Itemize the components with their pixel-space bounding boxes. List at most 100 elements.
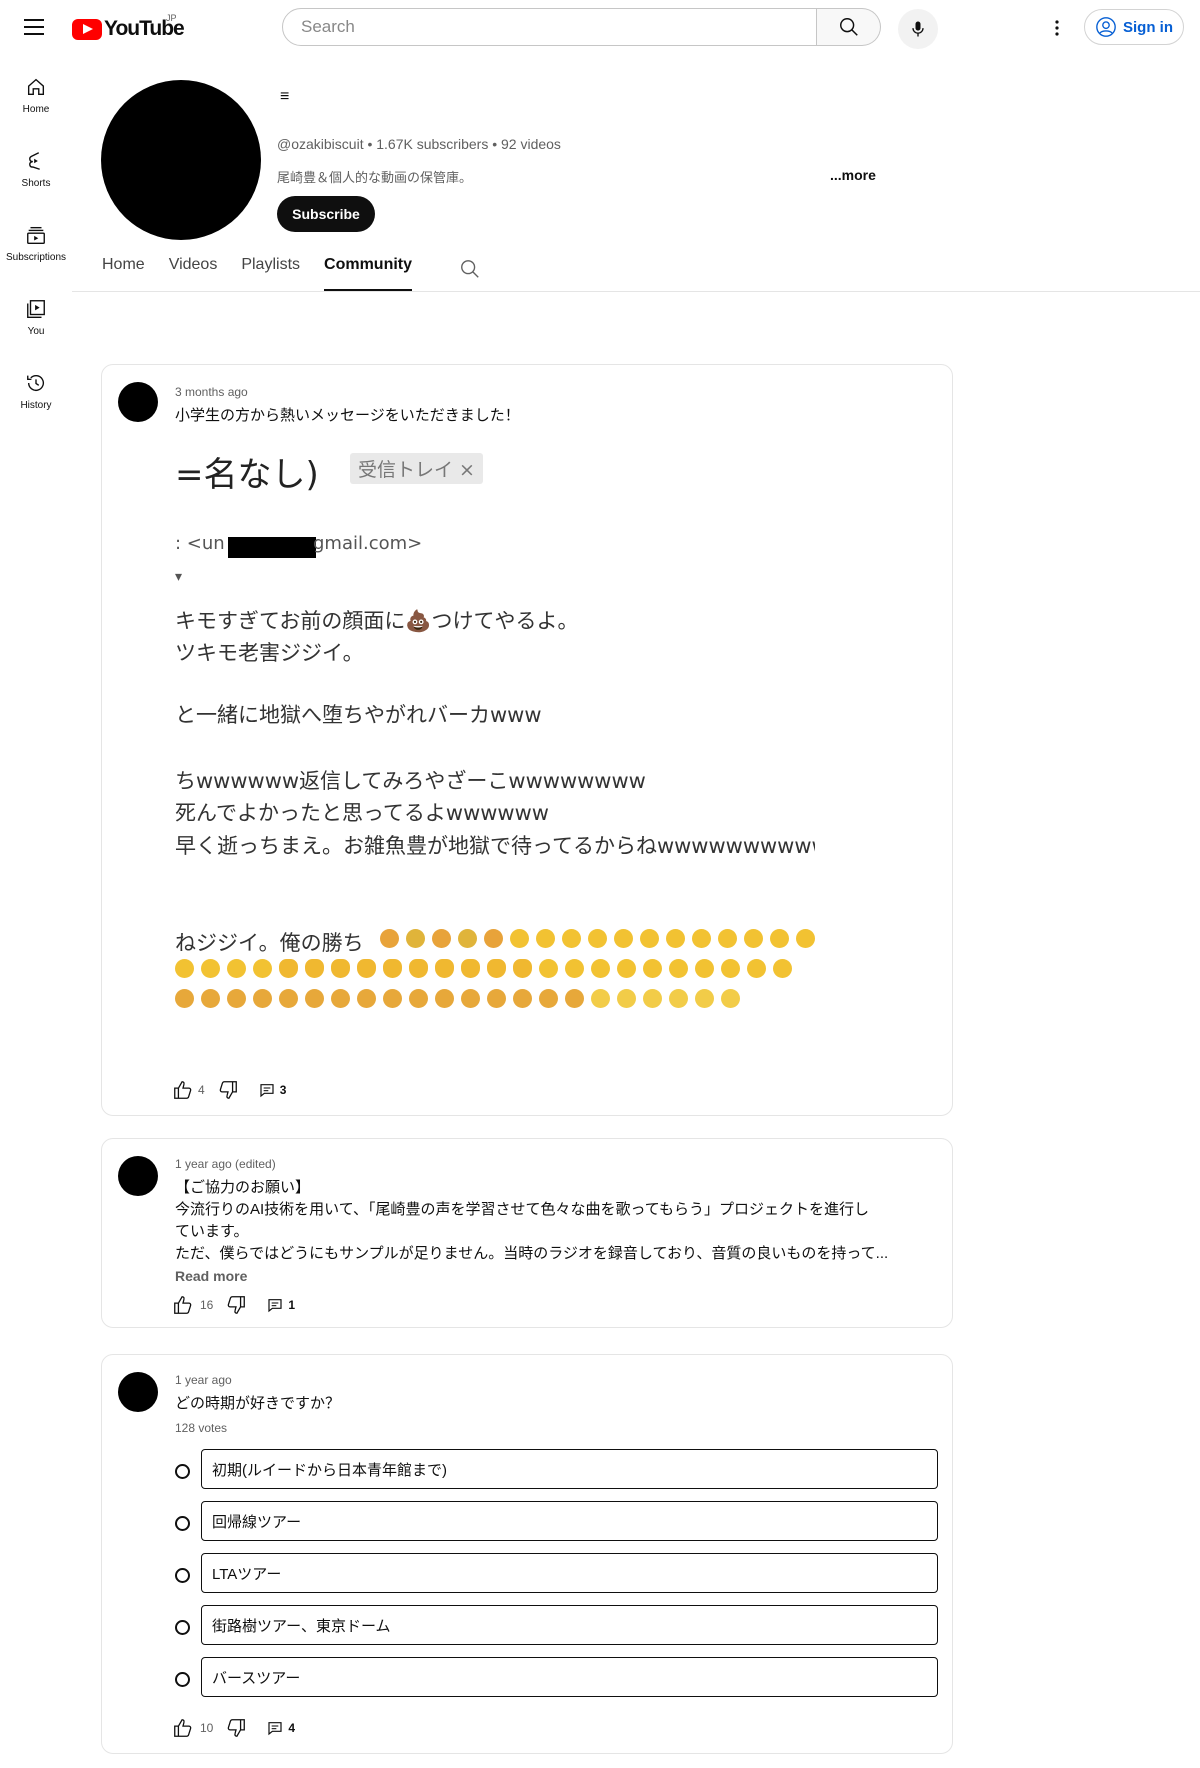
dislike-button[interactable] — [225, 1717, 247, 1739]
voice-search-button[interactable] — [898, 9, 938, 49]
channel-description[interactable]: 尾崎豊＆個人的な動画の保管庫。 — [277, 167, 472, 186]
like-count: 4 — [198, 1083, 205, 1097]
image-text-line: =名なし) — [175, 455, 319, 495]
home-icon — [27, 78, 45, 96]
post-text-line: ています。 — [175, 1223, 249, 1240]
redaction-bar — [228, 537, 316, 558]
search-input[interactable] — [299, 16, 816, 38]
poll-votes: 128 votes — [175, 1421, 228, 1435]
youtube-logo[interactable]: YouTube JP — [72, 13, 185, 43]
microphone-icon — [912, 21, 924, 37]
comment-icon — [260, 1084, 274, 1098]
comments-button[interactable]: 1 — [267, 1297, 295, 1313]
poll-radio[interactable] — [175, 1620, 190, 1635]
poll-option[interactable]: 初期(ルイードから日本青年館まで) — [201, 1449, 938, 1489]
post-time[interactable]: 1 year ago — [175, 1373, 232, 1387]
image-text-line: ちwwwwww返信してみろやざーこwwwwwwww — [175, 769, 646, 793]
post-text: 小学生の方から熱いメッセージをいただきました！ — [175, 407, 520, 424]
post-author-avatar[interactable] — [118, 1372, 158, 1412]
dropdown-arrow-icon: ▾ — [175, 569, 183, 585]
search-icon — [461, 260, 479, 278]
poll-radio[interactable] — [175, 1516, 190, 1531]
post-image[interactable]: =名なし) 受信トレイ × : <un gmail.com> ▾ キモすぎてお前… — [175, 437, 815, 1037]
thumbs-down-icon — [228, 1719, 246, 1737]
sidebar-item-history[interactable]: History — [0, 372, 72, 411]
description-more-link[interactable]: ...more — [830, 167, 876, 183]
library-icon — [27, 300, 45, 318]
channel-name: ≡ — [280, 88, 290, 105]
image-text-line: : <un — [175, 533, 225, 554]
emoji-row — [175, 989, 747, 1008]
tab-playlists[interactable]: Playlists — [241, 256, 300, 292]
sidebar-item-you[interactable]: You — [0, 298, 72, 337]
thumbs-down-icon — [219, 1081, 237, 1099]
dislike-button[interactable] — [225, 1294, 247, 1316]
settings-menu-button[interactable] — [1045, 16, 1069, 40]
sidebar-item-label: History — [20, 400, 52, 411]
community-post: 1 year ago どの時期が好きですか？ 128 votes 初期(ルイード… — [101, 1354, 953, 1754]
community-post: 1 year ago (edited) 【ご協力のお願い】 今流行りのAI技術を… — [101, 1138, 953, 1328]
post-text-line: 【ご協力のお願い】 — [175, 1179, 311, 1196]
sidebar-item-label: Subscriptions — [5, 252, 67, 263]
tab-videos[interactable]: Videos — [169, 256, 218, 292]
like-button[interactable]: 10 — [172, 1717, 213, 1739]
read-more-link[interactable]: Read more — [175, 1265, 247, 1287]
image-text-line: ツキモ老害ジジイ。 — [175, 641, 364, 665]
shorts-icon — [29, 152, 40, 170]
post-author-avatar[interactable] — [118, 1156, 158, 1196]
search-box — [282, 8, 817, 46]
sidebar-item-label: Home — [22, 104, 50, 115]
poll-option[interactable]: 回帰線ツアー — [201, 1501, 938, 1541]
image-text-line: 早く逝っちまえ。お雑魚豊が地獄で待ってるからねwwwwwwwwwww — [175, 834, 815, 858]
image-text-line: ねジジイ。俺の勝ち — [175, 931, 364, 955]
top-bar: YouTube JP Sign in — [0, 0, 1200, 56]
emoji-row — [380, 929, 815, 948]
comment-count: 3 — [279, 1083, 287, 1097]
menu-icon[interactable] — [24, 16, 44, 36]
sidebar-item-home[interactable]: Home — [0, 76, 72, 115]
poll-radio[interactable] — [175, 1568, 190, 1583]
post-time[interactable]: 1 year ago (edited) — [175, 1157, 276, 1171]
youtube-play-icon — [72, 18, 102, 40]
more-vert-icon — [1055, 20, 1059, 36]
comment-icon — [268, 1299, 282, 1313]
like-button[interactable]: 4 — [172, 1079, 205, 1101]
post-text-line: ただ、僕らではどうにもサンプルが足りません。当時のラジオを録音しており、音質の良… — [175, 1245, 889, 1262]
image-text-line: 受信トレイ × — [350, 453, 483, 484]
like-button[interactable]: 16 — [172, 1294, 213, 1316]
poll-radio[interactable] — [175, 1672, 190, 1687]
poll-option[interactable]: バースツアー — [201, 1657, 938, 1697]
sidebar-item-shorts[interactable]: Shorts — [0, 150, 72, 189]
comments-button[interactable]: 3 — [259, 1082, 287, 1098]
search-icon — [839, 18, 858, 36]
subscriptions-icon — [27, 226, 45, 244]
thumbs-up-icon — [174, 1081, 192, 1099]
like-count: 10 — [200, 1721, 214, 1735]
tabs-divider — [72, 291, 1200, 292]
sidebar-item-label: You — [27, 326, 45, 337]
tab-home[interactable]: Home — [102, 256, 145, 292]
history-icon — [27, 375, 44, 392]
post-author-avatar[interactable] — [118, 382, 158, 422]
search-button[interactable] — [817, 8, 881, 46]
sign-in-label: Sign in — [1123, 18, 1173, 36]
tab-community[interactable]: Community — [324, 256, 413, 292]
sign-in-button[interactable]: Sign in — [1084, 9, 1184, 45]
poll-option[interactable]: 街路樹ツアー、東京ドーム — [201, 1605, 938, 1645]
comment-count: 4 — [288, 1721, 296, 1735]
image-text-line: 死んでよかったと思ってるよwwwwww — [175, 801, 549, 825]
sidebar-item-subscriptions[interactable]: Subscriptions — [0, 224, 72, 263]
channel-meta: @ozakibiscuit • 1.67K subscribers • 92 v… — [277, 136, 561, 152]
channel-search-button[interactable] — [459, 258, 481, 285]
subscribe-button[interactable]: Subscribe — [277, 196, 375, 232]
poll-radio[interactable] — [175, 1464, 190, 1479]
post-text-line: 今流行りのAI技術を用いて、「尾崎豊の声を学習させて色々な曲を歌ってもらう」プロ… — [175, 1201, 869, 1218]
emoji-row — [175, 959, 799, 978]
comments-button[interactable]: 4 — [267, 1720, 295, 1736]
post-time[interactable]: 3 months ago — [175, 385, 248, 399]
poll-option[interactable]: LTAツアー — [201, 1553, 938, 1593]
country-code: JP — [166, 13, 177, 23]
comment-icon — [268, 1722, 282, 1736]
image-text-line: キモすぎてお前の顔面に💩つけてやるよ。 — [175, 609, 579, 633]
dislike-button[interactable] — [217, 1079, 239, 1101]
